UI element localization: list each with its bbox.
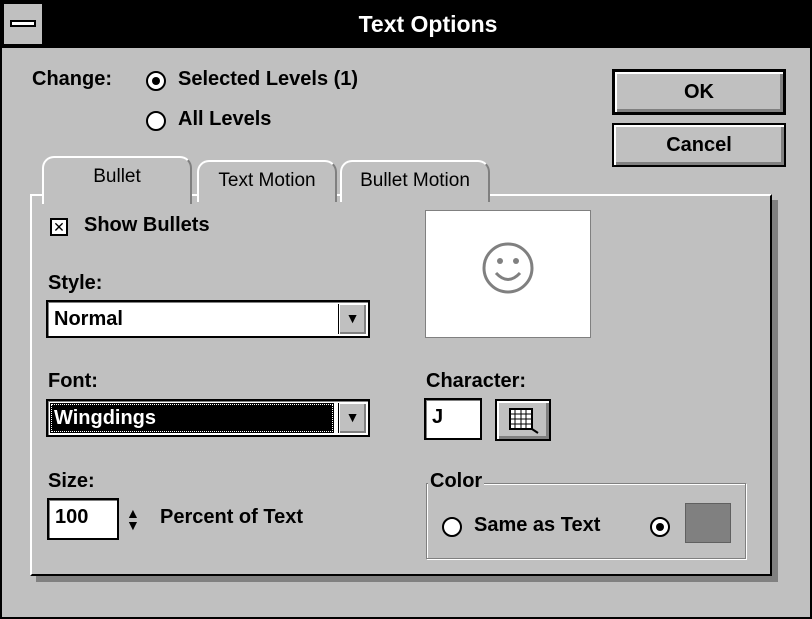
color-swatch[interactable] <box>685 503 731 543</box>
style-value: Normal <box>54 308 123 330</box>
chevron-down-icon[interactable]: ▼ <box>338 304 366 334</box>
ok-button[interactable]: OK <box>612 69 786 115</box>
radio-selected-levels[interactable] <box>146 71 166 91</box>
radio-selected-levels-label[interactable]: Selected Levels (1) <box>178 68 358 91</box>
font-dropdown[interactable]: Wingdings ▼ <box>46 399 370 437</box>
tab-bullet[interactable]: Bullet <box>42 156 192 204</box>
show-bullets-checkbox[interactable]: ✕ <box>50 218 68 236</box>
text-options-dialog: Text Options Change: Selected Levels (1)… <box>0 0 812 619</box>
font-value: Wingdings <box>50 403 334 433</box>
style-label: Style: <box>48 272 103 294</box>
grid-icon <box>509 408 539 434</box>
radio-custom-color[interactable] <box>650 517 670 537</box>
font-label: Font: <box>48 370 98 392</box>
radio-all-levels[interactable] <box>146 111 166 131</box>
system-menu-icon <box>10 20 36 27</box>
smiley-icon <box>482 242 534 294</box>
show-bullets-label[interactable]: Show Bullets <box>84 214 210 237</box>
size-spinner[interactable]: ▲ ▼ <box>126 506 140 532</box>
character-label: Character: <box>426 370 527 392</box>
radio-all-levels-label[interactable]: All Levels <box>178 108 271 131</box>
radio-same-as-text-label[interactable]: Same as Text <box>474 514 600 537</box>
system-menu-button[interactable] <box>4 4 44 44</box>
style-dropdown[interactable]: Normal ▼ <box>46 300 370 338</box>
window-title: Text Options <box>358 11 498 37</box>
character-map-button[interactable] <box>495 399 551 441</box>
title-bar: Text Options <box>2 2 810 48</box>
tab-bullet-motion[interactable]: Bullet Motion <box>340 160 490 202</box>
change-label: Change: <box>32 68 112 90</box>
chevron-down-icon[interactable]: ▼ <box>338 403 366 433</box>
bullet-preview <box>425 210 591 338</box>
size-unit-label: Percent of Text <box>160 506 303 528</box>
spin-down-icon[interactable]: ▼ <box>126 518 140 532</box>
radio-same-as-text[interactable] <box>442 517 462 537</box>
tab-text-motion[interactable]: Text Motion <box>197 160 337 202</box>
cancel-button[interactable]: Cancel <box>612 123 786 167</box>
character-input[interactable]: J <box>424 398 482 440</box>
size-label: Size: <box>48 470 95 492</box>
size-input[interactable]: 100 <box>47 498 119 540</box>
color-group-label: Color <box>428 470 485 493</box>
